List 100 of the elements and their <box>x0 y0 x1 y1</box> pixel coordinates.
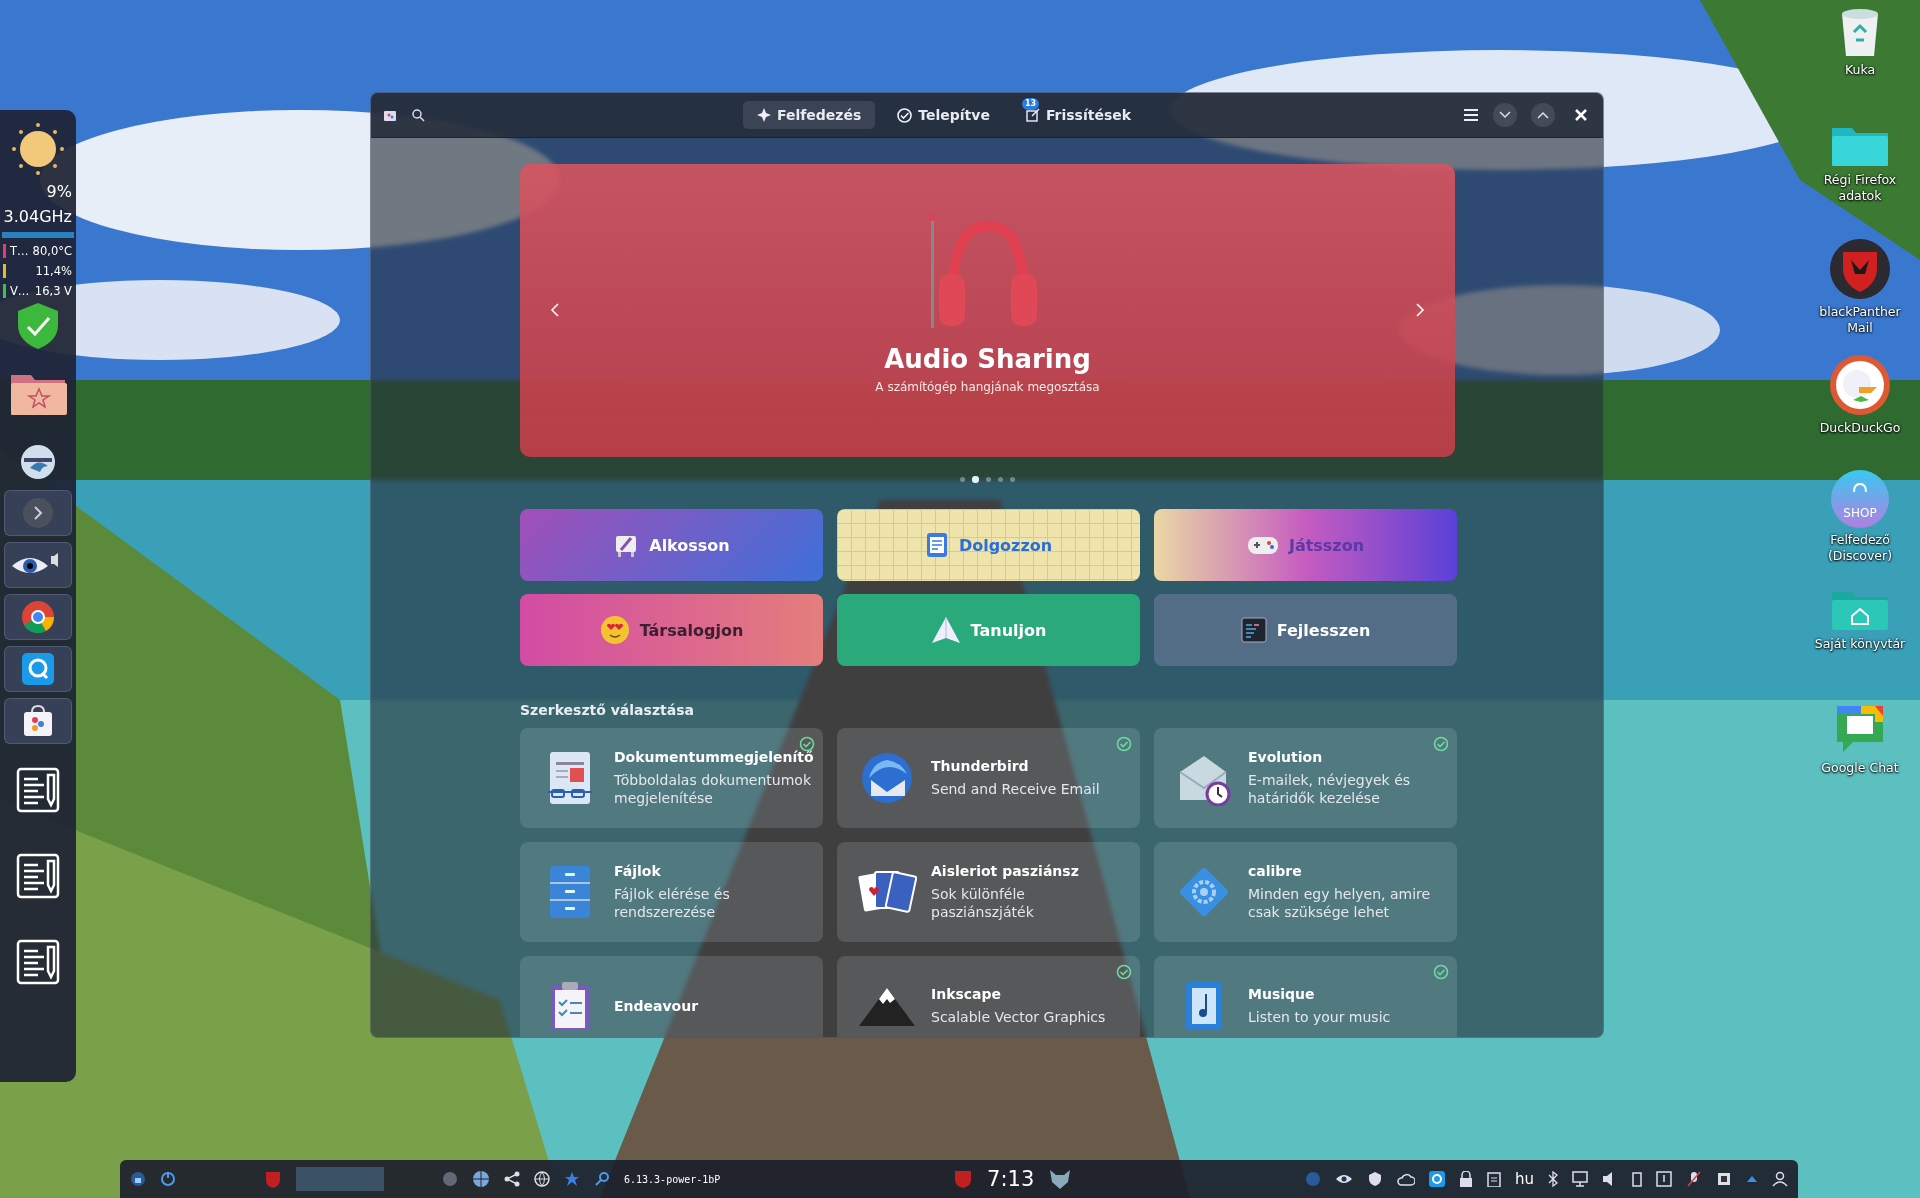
store-bag-icon[interactable] <box>4 698 72 744</box>
app-name: Evolution <box>1248 748 1324 765</box>
panther-head-icon[interactable] <box>1048 1168 1073 1190</box>
sensor-value: 11,4% <box>35 264 72 278</box>
app-card[interactable]: Thunderbird Send and Receive Email <box>837 728 1140 828</box>
app-name: calibre <box>1248 862 1303 879</box>
sensor-label: V… <box>10 284 31 298</box>
battery-icon[interactable] <box>1632 1171 1642 1187</box>
microphone-muted-icon[interactable] <box>1686 1171 1702 1187</box>
featured-banner[interactable]: Audio Sharing A számítógép hangjának megosztása <box>520 164 1455 457</box>
bluetooth-icon[interactable] <box>1548 1171 1558 1187</box>
search-icon[interactable] <box>411 108 425 122</box>
banner-subtitle: A számítógép hangjának megosztása <box>875 380 1100 394</box>
power-icon[interactable] <box>160 1171 176 1187</box>
check-circle-icon <box>897 107 913 123</box>
globe-icon[interactable] <box>472 1170 490 1188</box>
clipboard-checklist-icon <box>548 980 592 1032</box>
app-description: Többoldalas dokumentumok megjelenítése <box>614 770 812 808</box>
sensor-label: T… <box>10 244 29 258</box>
app-name: Aisleriot pasziánsz <box>931 862 1080 879</box>
tab[interactable]: Felfedezés <box>742 101 876 129</box>
app-card[interactable]: Inkscape Scalable Vector Graphics <box>837 956 1140 1037</box>
chrome-icon[interactable] <box>4 594 72 640</box>
app-description: Send and Receive Email <box>931 779 1100 799</box>
share-icon[interactable] <box>504 1171 520 1187</box>
app-card[interactable]: Musique Listen to your music <box>1154 956 1457 1037</box>
app-description: E-mailek, névjegyek és határidők kezelése <box>1248 770 1412 808</box>
code-editor-icon <box>1240 617 1267 643</box>
app-description: Minden egy helyen, amire csak szüksége lehet <box>1248 884 1432 922</box>
duck-icon <box>1829 354 1891 416</box>
circle-app-icon[interactable] <box>442 1171 458 1187</box>
desktop-icon-label[interactable]: DuckDuckGo <box>1819 420 1901 436</box>
app-name: Dokumentummegjelenítő <box>614 748 814 765</box>
app-card[interactable]: Endeavour <box>520 956 823 1037</box>
carousel-dot[interactable] <box>986 476 991 482</box>
sensor-value: 16,3 V <box>34 284 72 298</box>
category-button[interactable]: Tanuljon <box>837 594 1140 666</box>
network-icon[interactable] <box>1572 1171 1588 1187</box>
store-bag-icon[interactable] <box>383 108 397 122</box>
app-card[interactable]: Dokumentummegjelenítő Többoldalas dokumentumok megjelenítése <box>520 728 823 828</box>
app-card[interactable]: Aisleriot pasziánsz Sok különféle pasziánszjáték <box>837 842 1140 942</box>
search-app-icon[interactable] <box>4 646 72 692</box>
minimize-button[interactable] <box>1493 103 1517 127</box>
app-card[interactable]: Fájlok Fájlok elérése és rendszerezése <box>520 842 823 942</box>
app-card[interactable]: Evolution E-mailek, névjegyek és határidők kezelése <box>1154 728 1457 828</box>
app-description: Listen to your music <box>1248 1007 1391 1027</box>
carousel-dot[interactable] <box>960 476 965 482</box>
tab[interactable]: Telepítve <box>883 101 1004 129</box>
shield-check-icon[interactable] <box>1367 1171 1383 1187</box>
keyboard-layout[interactable]: hu <box>1515 1170 1534 1188</box>
category-button[interactable]: Fejlesszen <box>1154 594 1457 666</box>
installed-check-icon <box>799 736 815 752</box>
chevron-left-icon[interactable] <box>550 302 560 318</box>
caret-up-icon[interactable] <box>1746 1175 1758 1183</box>
star-icon[interactable] <box>564 1171 580 1187</box>
checklist-icon <box>924 531 949 559</box>
carousel-dot[interactable] <box>998 476 1003 482</box>
category-button[interactable]: Társalogjon <box>520 594 823 666</box>
panther-shield-icon[interactable] <box>953 1169 974 1189</box>
app-card[interactable]: calibre Minden egy helyen, amire csak szüksége lehet <box>1154 842 1457 942</box>
category-button[interactable]: Dolgozzon <box>837 509 1140 581</box>
tab[interactable]: 13 Frissítések <box>1011 101 1146 129</box>
installed-check-icon <box>1116 964 1132 980</box>
app-name: Thunderbird <box>931 757 1030 774</box>
cpu-load: 9% <box>46 182 72 201</box>
cloud-icon[interactable] <box>1397 1172 1415 1186</box>
eye-icon[interactable] <box>4 542 72 588</box>
app-description: Scalable Vector Graphics <box>931 1007 1106 1027</box>
chevron-up-icon <box>1537 111 1549 119</box>
desktop-icon-label[interactable]: Saját könyvtár <box>1814 636 1906 652</box>
desktop-icon-label[interactable]: Kuka <box>1844 62 1876 78</box>
carousel-dot[interactable] <box>1010 476 1015 482</box>
category-button[interactable]: Alkosson <box>520 509 823 581</box>
sparkle-icon <box>756 108 771 122</box>
heart-eyes-emoji-icon <box>599 615 630 645</box>
panther-shield-icon[interactable] <box>264 1170 282 1188</box>
eye-icon[interactable] <box>1335 1173 1353 1185</box>
app-name: Endeavour <box>614 998 699 1014</box>
installed-check-icon <box>1433 736 1449 752</box>
bird-envelope-icon <box>859 750 915 806</box>
desktop-icon-label[interactable]: Felfedező (Discover) <box>1812 532 1908 564</box>
section-title: Szerkesztő választása <box>520 702 695 718</box>
search-icon[interactable] <box>594 1171 610 1187</box>
desktop-icon-label[interactable]: Régi Firefox adatok <box>1812 172 1908 204</box>
search-app-icon[interactable] <box>1429 1171 1445 1187</box>
user-icon[interactable] <box>1772 1171 1788 1187</box>
desktop-icon-label[interactable]: blackPanther Mail <box>1812 304 1908 336</box>
menu-icon[interactable] <box>1463 108 1479 122</box>
banner-title: Audio Sharing <box>884 344 1091 374</box>
chip-icon[interactable] <box>1716 1171 1732 1187</box>
kernel-version: 6.13.3-power-1bP <box>624 1173 721 1185</box>
app-name: Inkscape <box>931 985 1003 1002</box>
maximize-button[interactable] <box>1531 103 1555 127</box>
clock[interactable]: 7:13 <box>987 1167 1035 1191</box>
update-icon <box>1025 108 1040 122</box>
sun-icon <box>11 122 65 176</box>
sensor-value: 80,0°C <box>32 244 72 258</box>
clipboard-icon[interactable] <box>1487 1171 1501 1187</box>
app-description: Fájlok elérése és rendszerezése <box>614 884 731 922</box>
panther-shield-icon <box>1829 238 1891 300</box>
